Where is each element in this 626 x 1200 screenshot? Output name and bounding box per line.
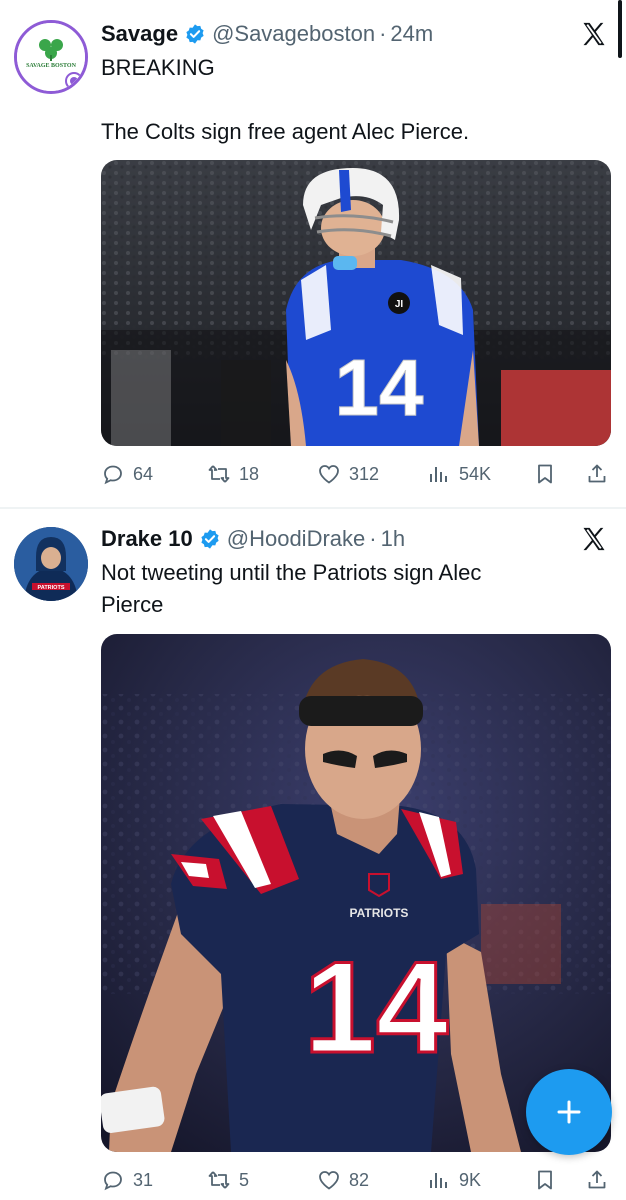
handle[interactable]: @Savageboston	[212, 20, 375, 48]
views-button[interactable]: 54K	[427, 459, 491, 489]
reply-button[interactable]: 64	[101, 459, 153, 489]
patch-text: JI	[395, 299, 404, 310]
tweet-text: BREAKING The Colts sign free agent Alec …	[101, 55, 470, 144]
tweet-actions: 31 5 82 9K	[101, 1165, 617, 1195]
x-logo-icon	[583, 527, 605, 551]
display-name[interactable]: Savage	[101, 20, 178, 48]
heart-icon	[319, 1171, 339, 1190]
retweet-icon	[208, 465, 230, 483]
patriots-player-photo: 14 PATRIOTS	[101, 634, 611, 1152]
view-count: 54K	[459, 463, 492, 484]
like-count: 312	[349, 463, 380, 484]
avatar-text: SAVAGE BOSTON	[26, 63, 77, 69]
share-button[interactable]	[585, 1165, 609, 1195]
like-button[interactable]: 312	[317, 459, 379, 489]
retweet-icon	[208, 1171, 230, 1189]
plus-icon	[557, 1100, 581, 1124]
verified-badge-icon	[201, 529, 219, 549]
tweet-header: Savage @Savageboston · 24m	[101, 20, 433, 48]
tweet-text: Not tweeting until the Patriots sign Ale…	[101, 560, 482, 617]
timestamp[interactable]: 1h	[381, 525, 405, 553]
avatar[interactable]: SAVAGE BOSTON	[14, 20, 88, 94]
verified-badge-icon	[186, 24, 204, 44]
share-icon	[588, 464, 606, 483]
retweet-count: 18	[239, 463, 260, 484]
separator-dot: ·	[379, 21, 387, 46]
views-chart-icon	[430, 1173, 447, 1188]
view-count: 9K	[459, 1169, 482, 1190]
jersey-number: 14	[335, 343, 424, 432]
avatar[interactable]: PATRIOTS	[14, 527, 88, 601]
display-name[interactable]: Drake 10	[101, 525, 193, 553]
tweet[interactable]: SAVAGE BOSTON Savage @Savageboston · 24m…	[0, 0, 626, 508]
tweet-image[interactable]: 14 JI	[101, 160, 611, 446]
reply-button[interactable]: 31	[101, 1165, 153, 1195]
compose-button[interactable]	[526, 1069, 612, 1155]
tweet-actions: 64 18 312 54K	[101, 459, 617, 489]
share-icon	[588, 1170, 606, 1189]
retweet-count: 5	[239, 1169, 250, 1190]
jersey-chest-text: PATRIOTS	[350, 906, 409, 920]
bookmark-button[interactable]	[533, 1165, 557, 1195]
scroll-indicator	[618, 0, 622, 58]
shamrock-logo-icon: SAVAGE BOSTON	[17, 23, 85, 91]
retweet-button[interactable]: 5	[207, 1165, 249, 1195]
avatar-photo: PATRIOTS	[14, 527, 88, 601]
jersey-number: 14	[304, 934, 449, 1080]
separator-dot: ·	[369, 526, 377, 551]
colts-player-photo: 14 JI	[101, 160, 611, 446]
timestamp[interactable]: 24m	[390, 20, 433, 48]
share-button[interactable]	[585, 459, 609, 489]
avatar-text: PATRIOTS	[38, 585, 65, 591]
handle[interactable]: @HoodiDrake	[227, 525, 366, 553]
tweet-image[interactable]: 14 PATRIOTS	[101, 634, 611, 1152]
tweet-header: Drake 10 @HoodiDrake · 1h	[101, 525, 405, 553]
x-logo-icon	[583, 22, 605, 46]
heart-icon	[319, 465, 339, 484]
like-button[interactable]: 82	[317, 1165, 369, 1195]
bookmark-icon	[538, 1170, 552, 1190]
reply-count: 31	[133, 1169, 154, 1190]
views-button[interactable]: 9K	[427, 1165, 481, 1195]
like-count: 82	[349, 1169, 370, 1190]
reply-icon	[104, 465, 122, 485]
reply-icon	[104, 1171, 122, 1191]
bookmark-icon	[538, 464, 552, 484]
bookmark-button[interactable]	[533, 459, 557, 489]
views-chart-icon	[430, 467, 447, 482]
retweet-button[interactable]: 18	[207, 459, 259, 489]
reply-count: 64	[133, 463, 154, 484]
